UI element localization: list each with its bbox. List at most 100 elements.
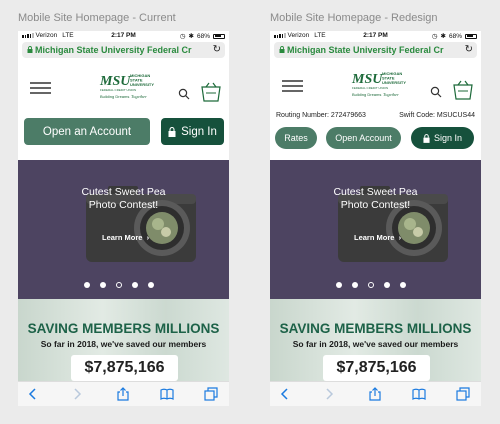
artboard-title-current: Mobile Site Homepage - Current — [18, 12, 176, 24]
msu-logo[interactable]: MSU MICHIGAN STATE UNIVERSITY FEDERAL CR… — [98, 71, 154, 103]
svg-text:UNIVERSITY: UNIVERSITY — [382, 80, 406, 85]
hamburger-icon[interactable] — [30, 82, 51, 94]
lock-icon — [423, 133, 430, 143]
share-icon[interactable] — [116, 387, 130, 401]
hero-title: Cutest Sweet Pea Photo Contest! — [270, 186, 481, 212]
url-text: Michigan State University Federal Cr — [287, 45, 444, 55]
reload-icon[interactable]: ↻ — [465, 44, 473, 55]
battery-percent: 68% — [196, 32, 210, 40]
cart-icon[interactable] — [200, 81, 222, 103]
carousel-dot[interactable] — [132, 282, 138, 288]
svg-text:Together: Together — [131, 94, 147, 99]
savings-band: SAVING MEMBERS MILLIONS So far in 2018, … — [270, 299, 481, 384]
savings-amount: $7,875,166 — [84, 359, 165, 376]
bluetooth-icon: ✱ — [440, 33, 446, 40]
svg-text:Building Dreams: Building Dreams — [100, 94, 129, 99]
msu-logo[interactable]: MSU MICHIGAN STATE UNIVERSITY FEDERAL CR… — [350, 69, 406, 101]
carousel-dot-active[interactable] — [116, 282, 122, 288]
url-bar[interactable]: Michigan State University Federal Cr ↻ — [22, 42, 225, 58]
learn-more-label: Learn More — [354, 233, 395, 242]
learn-more-label: Learn More — [102, 233, 143, 242]
rates-button[interactable]: Rates — [275, 127, 317, 149]
browser-toolbar — [18, 381, 229, 406]
hero-title-line2: Photo Contest! — [88, 199, 159, 211]
routing-number: Routing Number: 272479663 — [276, 112, 366, 119]
status-bar: Verizon LTE 2:17 PM ◷ ✱ 68% — [18, 31, 229, 41]
hero-banner[interactable]: Cutest Sweet Pea Photo Contest! Learn Mo… — [270, 160, 481, 299]
status-bar: Verizon LTE 2:17 PM ◷ ✱ 68% — [270, 31, 481, 41]
back-icon[interactable] — [26, 387, 40, 401]
chevron-right-icon: › — [144, 233, 150, 242]
url-bar[interactable]: Michigan State University Federal Cr ↻ — [274, 42, 477, 58]
url-text: Michigan State University Federal Cr — [35, 45, 192, 55]
lock-icon — [168, 126, 176, 137]
bookmarks-icon[interactable] — [412, 387, 426, 401]
savings-band: SAVING MEMBERS MILLIONS So far in 2018, … — [18, 299, 229, 384]
forward-icon[interactable] — [70, 387, 84, 401]
alarm-icon: ◷ — [431, 33, 438, 40]
back-icon[interactable] — [278, 387, 292, 401]
cart-icon[interactable] — [452, 79, 474, 101]
status-right: ◷ ✱ 68% — [180, 32, 225, 40]
sign-in-button[interactable]: Sign In — [161, 118, 224, 145]
hero-title: Cutest Sweet Pea Photo Contest! — [18, 186, 229, 212]
carousel-dot[interactable] — [384, 282, 390, 288]
carousel-dot[interactable] — [400, 282, 406, 288]
hero-title-line2: Photo Contest! — [340, 199, 411, 211]
sign-in-label: Sign In — [181, 125, 217, 138]
svg-text:Building Dreams: Building Dreams — [352, 92, 381, 97]
carousel-dot[interactable] — [352, 282, 358, 288]
alarm-icon: ◷ — [179, 33, 186, 40]
svg-text:MSU: MSU — [351, 72, 383, 87]
carousel-dots — [336, 282, 406, 288]
tabs-icon[interactable] — [456, 387, 470, 401]
lock-icon — [27, 46, 33, 53]
savings-subline: So far in 2018, we've saved our members — [40, 339, 207, 349]
carousel-dot[interactable] — [148, 282, 154, 288]
lock-icon — [279, 46, 285, 53]
savings-amount: $7,875,166 — [336, 359, 417, 376]
hero-title-line1: Cutest Sweet Pea — [333, 186, 418, 198]
svg-text:UNIVERSITY: UNIVERSITY — [130, 82, 154, 87]
battery-icon — [465, 33, 477, 39]
svg-text:Together: Together — [383, 92, 399, 97]
savings-headline: SAVING MEMBERS MILLIONS — [279, 321, 472, 336]
status-right: ◷ ✱ 68% — [432, 32, 477, 40]
carousel-dots — [84, 282, 154, 288]
tabs-icon[interactable] — [204, 387, 218, 401]
hero-title-line1: Cutest Sweet Pea — [81, 186, 166, 198]
sign-in-button[interactable]: Sign In — [411, 127, 474, 149]
sign-in-label: Sign In — [433, 133, 463, 143]
search-icon[interactable] — [178, 88, 190, 100]
savings-amount-box: $7,875,166 — [71, 355, 178, 381]
reload-icon[interactable]: ↻ — [213, 44, 221, 55]
open-account-button[interactable]: Open Account — [326, 127, 401, 149]
learn-more-link[interactable]: Learn More › — [354, 233, 401, 242]
bookmarks-icon[interactable] — [160, 387, 174, 401]
swift-code: Swift Code: MSUCUS44 — [399, 112, 475, 119]
open-account-button[interactable]: Open an Account — [24, 118, 150, 145]
phone-redesign: Verizon LTE 2:17 PM ◷ ✱ 68% Michigan Sta… — [270, 31, 481, 406]
search-icon[interactable] — [430, 86, 442, 98]
browser-toolbar — [270, 381, 481, 406]
savings-amount-box: $7,875,166 — [323, 355, 430, 381]
carousel-dot[interactable] — [84, 282, 90, 288]
svg-text:FEDERAL CREDIT UNION: FEDERAL CREDIT UNION — [100, 88, 136, 92]
forward-icon[interactable] — [322, 387, 336, 401]
chevron-right-icon: › — [396, 233, 402, 242]
share-icon[interactable] — [368, 387, 382, 401]
savings-subline: So far in 2018, we've saved our members — [292, 339, 459, 349]
battery-icon — [213, 33, 225, 39]
phone-current: Verizon LTE 2:17 PM ◷ ✱ 68% Michigan Sta… — [18, 31, 229, 406]
savings-headline: SAVING MEMBERS MILLIONS — [27, 321, 220, 336]
carousel-dot-active[interactable] — [368, 282, 374, 288]
battery-percent: 68% — [448, 32, 462, 40]
carousel-dot[interactable] — [100, 282, 106, 288]
bluetooth-icon: ✱ — [188, 33, 194, 40]
svg-text:MSU: MSU — [99, 74, 131, 89]
artboard-title-redesign: Mobile Site Homepage - Redesign — [270, 12, 438, 24]
learn-more-link[interactable]: Learn More › — [102, 233, 149, 242]
hamburger-icon[interactable] — [282, 80, 303, 92]
hero-banner[interactable]: Cutest Sweet Pea Photo Contest! Learn Mo… — [18, 160, 229, 299]
carousel-dot[interactable] — [336, 282, 342, 288]
